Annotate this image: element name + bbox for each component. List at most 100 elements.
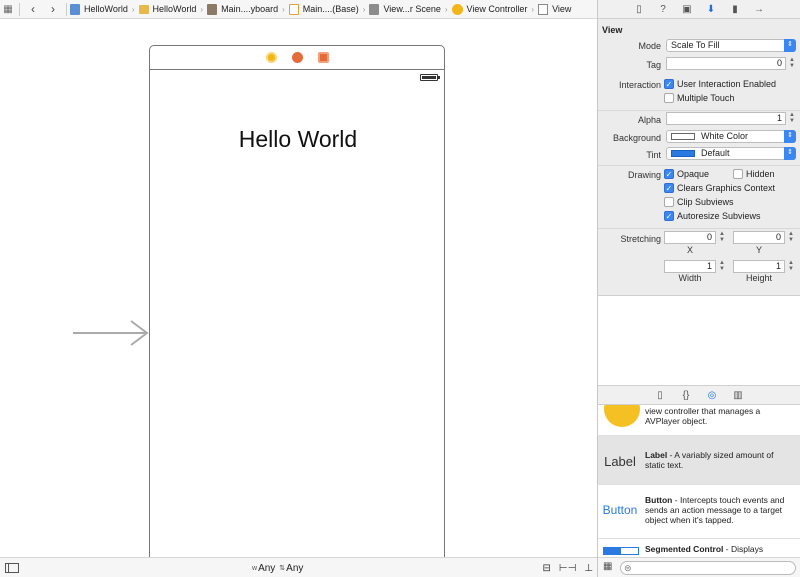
color-swatch (671, 150, 695, 158)
pin-icon[interactable]: ⊢⊣ (559, 563, 576, 574)
storyboard-icon (207, 3, 218, 15)
scene-icon (369, 3, 380, 15)
separator (19, 2, 20, 16)
list-item[interactable]: Button Button - Intercepts touch events … (598, 485, 800, 539)
library-filter-input[interactable]: ⊜ (620, 561, 796, 575)
label-thumb: Label (604, 454, 636, 469)
divider (598, 228, 800, 229)
tint-label: Tint (646, 150, 661, 160)
attributes-inspector-icon[interactable]: ⬇ (705, 3, 717, 15)
chevron-right-icon: › (131, 4, 135, 14)
divider (598, 110, 800, 111)
multiple-touch-checkbox[interactable]: Multiple Touch (664, 93, 734, 103)
background-popup[interactable]: White Color ⇕ (666, 130, 796, 143)
user-interaction-checkbox[interactable]: ✓ User Interaction Enabled (664, 79, 776, 89)
popup-arrows-icon: ⇕ (784, 147, 796, 160)
first-responder-icon[interactable] (291, 52, 303, 63)
popup-arrows-icon: ⇕ (784, 130, 796, 143)
folder-icon (138, 4, 149, 14)
chevron-right-icon: › (282, 4, 285, 14)
height-label: Height (745, 273, 772, 283)
stretch-height-field[interactable]: 1 (733, 260, 785, 273)
object-library[interactable]: view controller that manages a AVPlayer … (598, 405, 800, 557)
scene-dock[interactable] (149, 45, 445, 70)
hidden-checkbox[interactable]: Hidden (733, 169, 775, 179)
library-bottom-bar: ▦ ⊜ (598, 557, 800, 577)
connections-inspector-icon[interactable]: → (753, 3, 765, 15)
y-label: Y (755, 245, 762, 255)
stretch-x-stepper-icon[interactable]: ▲ ▼ (718, 231, 726, 244)
initial-view-controller-arrow-icon[interactable] (73, 318, 149, 348)
checkmark-icon: ✓ (664, 79, 674, 89)
chevron-right-icon: › (444, 4, 448, 14)
clears-graphics-checkbox[interactable]: ✓ Clears Graphics Context (664, 183, 775, 193)
height-arrow-icon: ⇅ (279, 565, 286, 572)
tag-label: Tag (646, 60, 661, 70)
file-template-icon[interactable]: ▯ (654, 389, 666, 401)
stretching-label: Stretching (620, 234, 661, 244)
tint-popup[interactable]: Default ⇕ (666, 147, 796, 160)
crumb-group[interactable]: HelloWorld › (138, 0, 208, 18)
stretch-height-stepper-icon[interactable]: ▲ ▼ (787, 260, 795, 273)
grid-view-icon[interactable]: ▦ (603, 561, 612, 572)
resolve-icon[interactable]: ⊥ (584, 563, 593, 574)
size-inspector-icon[interactable]: ▮ (729, 3, 741, 15)
file-inspector-icon[interactable]: ▯ (633, 3, 645, 15)
jump-bar: ▦ ‹ › HelloWorld › HelloWorld › Main....yb… (0, 0, 597, 19)
autoresize-subviews-checkbox[interactable]: ✓ Autoresize Subviews (664, 211, 761, 221)
tag-stepper-icon[interactable]: ▲ ▼ (788, 57, 796, 70)
object-library-icon[interactable]: ◎ (706, 389, 718, 401)
checkmark-icon: ✓ (664, 183, 674, 193)
alpha-stepper-icon[interactable]: ▲ ▼ (788, 112, 796, 125)
media-library-icon[interactable]: ▥ (732, 389, 744, 401)
view-controller-icon[interactable] (265, 52, 277, 63)
hello-world-label[interactable]: Hello World (150, 126, 446, 153)
back-chevron-icon[interactable]: ‹ (23, 0, 43, 18)
clip-subviews-checkbox[interactable]: Clip Subviews (664, 197, 734, 207)
crumb-scene[interactable]: View...r Scene › (369, 0, 451, 18)
exit-icon[interactable] (317, 52, 329, 63)
filter-icon: ⊜ (624, 563, 632, 573)
storyboard-canvas[interactable]: Hello World (0, 19, 597, 570)
view-controller-icon (451, 3, 463, 15)
size-class-control[interactable]: wAny ⇅hAny (252, 558, 303, 577)
stretch-width-stepper-icon[interactable]: ▲ ▼ (718, 260, 726, 273)
code-snippet-icon[interactable]: {} (680, 389, 692, 401)
alpha-label: Alpha (637, 115, 661, 125)
drawing-label: Drawing (627, 170, 661, 180)
forward-chevron-icon[interactable]: › (43, 0, 63, 18)
button-thumb: Button (602, 503, 638, 517)
align-icon[interactable]: ⊟ (542, 563, 550, 574)
identity-inspector-icon[interactable]: ▣ (681, 3, 693, 15)
stretch-y-stepper-icon[interactable]: ▲ ▼ (787, 231, 795, 244)
crumb-view[interactable]: View (538, 0, 571, 18)
checkmark-icon: ✓ (664, 211, 674, 221)
crumb-project[interactable]: HelloWorld › (70, 0, 139, 18)
separator (66, 2, 67, 16)
list-item[interactable]: Label Label - A variably sized amount of… (598, 436, 800, 485)
section-title: View (602, 25, 623, 35)
canvas-bottom-bar: wAny ⇅hAny ⊟ ⊢⊣ ⊥ (0, 557, 597, 577)
list-item[interactable]: Segmented Control - Displays (598, 539, 800, 557)
tag-field[interactable]: 0 (666, 57, 786, 70)
interaction-label: Interaction (618, 80, 661, 90)
crumb-storyboard[interactable]: Main....yboard › (207, 0, 289, 18)
device-view[interactable]: Hello World (149, 70, 445, 570)
crumb-base-file[interactable]: Main....(Base) › (288, 0, 370, 18)
crumb-view-controller[interactable]: View Controller › (451, 0, 539, 18)
alpha-field[interactable]: 1 (666, 112, 786, 125)
layout-tools: ⊟ ⊢⊣ ⊥ (542, 558, 593, 577)
stretch-width-field[interactable]: 1 (664, 260, 716, 273)
chevron-right-icon: › (200, 4, 204, 14)
opaque-checkbox[interactable]: ✓ Opaque (664, 169, 709, 179)
view-icon (538, 3, 549, 15)
list-item[interactable]: view controller that manages a AVPlayer … (598, 405, 800, 436)
mode-popup[interactable]: Scale To Fill ⇕ (666, 39, 796, 52)
checkmark-icon: ✓ (664, 169, 674, 179)
stretch-x-field[interactable]: 0 (664, 231, 716, 244)
segmented-control-thumb-icon (603, 547, 639, 555)
stretch-y-field[interactable]: 0 (733, 231, 785, 244)
related-items-grid-icon[interactable]: ▦ (0, 0, 16, 18)
quick-help-icon[interactable]: ? (657, 3, 669, 15)
document-outline-toggle-icon[interactable] (5, 562, 19, 573)
